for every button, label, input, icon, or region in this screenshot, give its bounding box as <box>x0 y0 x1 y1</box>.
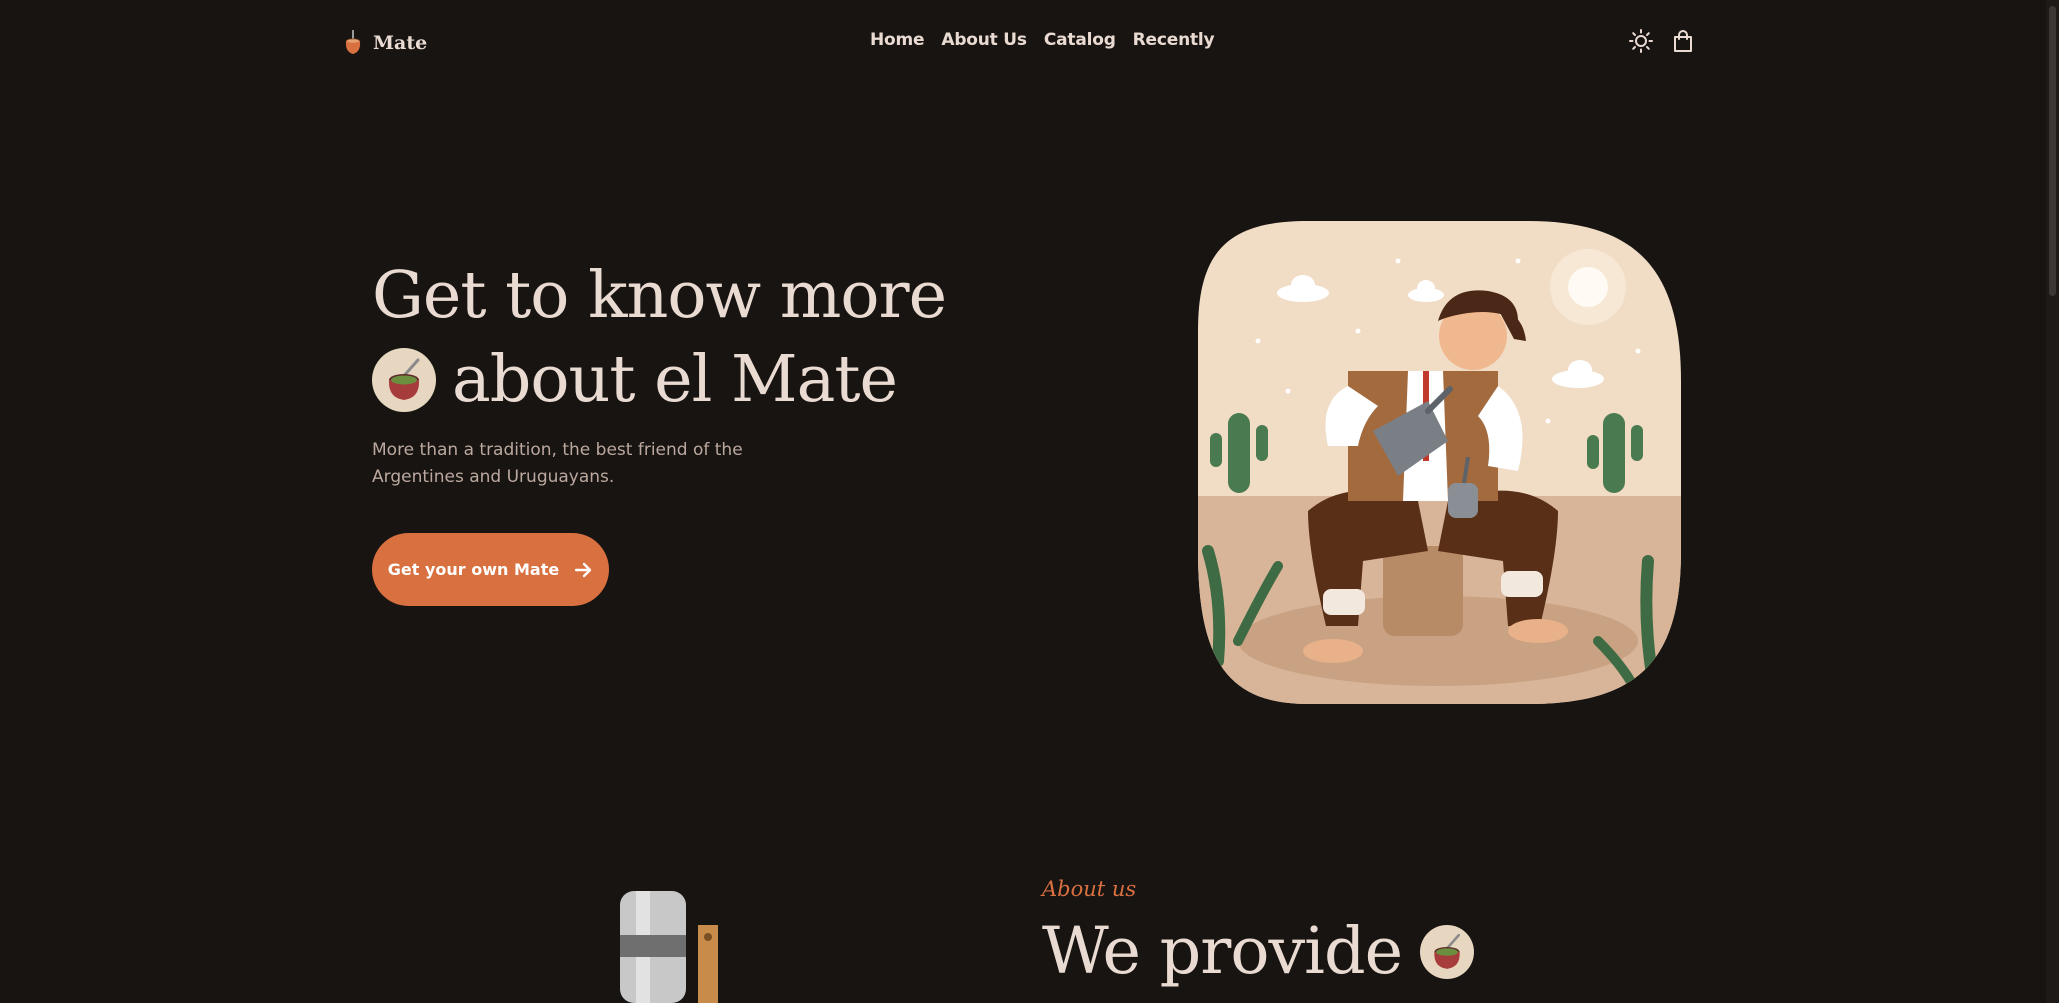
hero-title-line1: Get to know more <box>372 258 947 333</box>
get-your-own-mate-button[interactable]: Get your own Mate <box>372 533 609 606</box>
nav-home[interactable]: Home <box>870 30 925 50</box>
hero-title: Get to know more about el Mate <box>372 254 1012 422</box>
gaucho-pouring-mate-illustration <box>1198 221 1681 704</box>
about-heading: We provide <box>1042 910 1475 994</box>
hero-title-line2: about el Mate <box>452 342 898 417</box>
scrollbar-track[interactable] <box>2046 0 2059 1003</box>
thermos-illustration <box>620 891 718 1003</box>
brand-name: Mate <box>373 32 428 54</box>
nav-about-us[interactable]: About Us <box>941 30 1027 50</box>
about-heading-text: We provide <box>1042 914 1403 989</box>
logo[interactable]: Mate <box>343 28 427 58</box>
shopping-bag-icon[interactable] <box>1670 28 1696 54</box>
nav-recently[interactable]: Recently <box>1133 30 1215 50</box>
hero-description: More than a tradition, the best friend o… <box>372 440 743 487</box>
about-kicker: About us <box>1042 877 1137 901</box>
cta-label: Get your own Mate <box>387 560 560 579</box>
mate-badge-icon <box>1420 925 1475 979</box>
arrow-right-icon <box>575 562 592 577</box>
scrollbar-thumb[interactable] <box>2049 6 2056 296</box>
hero-title-line2-row: about el Mate <box>372 338 1012 422</box>
site-header: Mate Home About Us Catalog Recently <box>0 0 2046 86</box>
nav-catalog[interactable]: Catalog <box>1044 30 1116 50</box>
header-actions <box>1628 28 1696 54</box>
sun-icon[interactable] <box>1628 28 1654 54</box>
main-nav: Home About Us Catalog Recently <box>870 30 1215 50</box>
mate-cup-icon <box>345 30 361 54</box>
mate-badge-icon <box>372 348 436 412</box>
